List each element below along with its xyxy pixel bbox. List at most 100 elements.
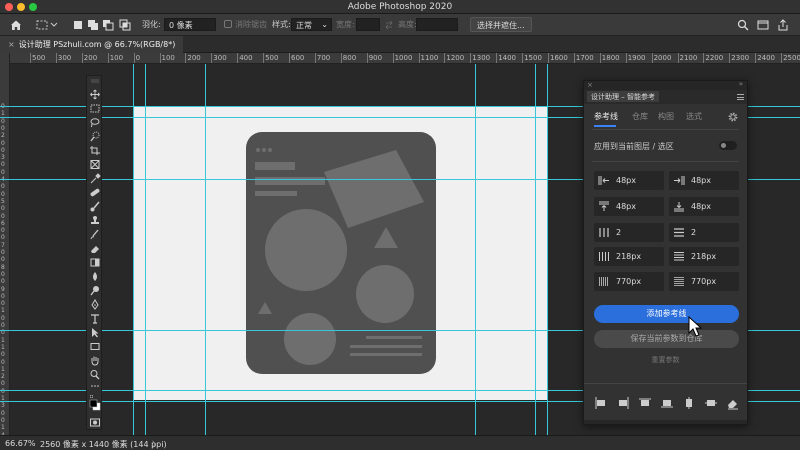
row-height-cell[interactable]: 218px — [669, 247, 739, 266]
pen-tool-icon[interactable] — [89, 299, 101, 310]
panel-collapse-icon[interactable]: » — [739, 80, 743, 88]
horizontal-ruler[interactable]: 500 300 200 100 0 100 200 300 400 500 600 700 800 900… — [10, 53, 800, 64]
rectangular-marquee-icon[interactable] — [35, 18, 49, 32]
frame-tool-icon[interactable] — [89, 159, 101, 170]
style-value: 正常 — [296, 21, 312, 30]
ruler-tick — [237, 53, 239, 63]
add-guides-button[interactable]: 添加参考线 — [594, 305, 739, 323]
align-left-icon[interactable] — [594, 396, 608, 410]
search-icon[interactable] — [736, 18, 750, 32]
rectangle-tool-icon[interactable] — [89, 341, 101, 352]
ruler-tick-label: 800 — [342, 54, 357, 62]
gradient-tool-icon[interactable] — [89, 257, 101, 268]
healing-brush-tool-icon[interactable] — [89, 187, 101, 198]
eyedropper-tool-icon[interactable] — [89, 173, 101, 184]
reset-params-link[interactable]: 重置参数 — [584, 355, 747, 365]
antialias-checkbox[interactable]: 消除锯齿 — [224, 19, 267, 30]
crop-tool-icon[interactable] — [89, 145, 101, 156]
brush-tool-icon[interactable] — [89, 201, 101, 212]
vertical-guide[interactable] — [205, 64, 206, 435]
ruler-tick — [55, 53, 57, 63]
column-gutter-cell[interactable]: 770px — [594, 272, 664, 291]
vertical-guide[interactable] — [475, 64, 476, 435]
tab-style[interactable]: 选式 — [686, 111, 702, 122]
tab-guides[interactable]: 参考线 — [594, 111, 618, 122]
apply-to-layer-toggle[interactable] — [719, 141, 737, 150]
lasso-tool-icon[interactable] — [89, 117, 101, 128]
vertical-guide[interactable] — [145, 64, 146, 435]
color-swatches-icon[interactable] — [89, 394, 101, 416]
ruler-tick-label: 1300 — [472, 54, 491, 62]
quick-mask-icon[interactable] — [89, 417, 101, 428]
add-to-selection-icon[interactable] — [86, 18, 100, 32]
ruler-tick — [470, 53, 472, 63]
intersect-selection-icon[interactable] — [118, 18, 132, 32]
subtract-from-selection-icon[interactable] — [101, 18, 115, 32]
close-tab-icon[interactable]: × — [8, 40, 15, 49]
chevron-down-icon[interactable] — [50, 18, 58, 32]
status-bar: 66.67% 2560 像素 x 1440 像素 (144 ppi) 〉 — [0, 435, 800, 450]
panel-title[interactable]: 设计助理 – 智能参考 — [587, 91, 659, 102]
row-gutter-cell[interactable]: 770px — [669, 272, 739, 291]
tools-grip-icon[interactable] — [89, 78, 101, 84]
zoom-level[interactable]: 66.67% — [5, 439, 36, 448]
new-selection-icon[interactable] — [71, 18, 85, 32]
ruler-tick-label: 0 — [1, 314, 5, 322]
vertical-guide[interactable] — [535, 64, 536, 435]
path-selection-tool-icon[interactable] — [89, 327, 101, 338]
tab-library[interactable]: 仓库 — [632, 111, 648, 122]
style-select[interactable]: 正常 ⌄ — [291, 18, 332, 31]
chevron-down-icon: ⌄ — [321, 20, 328, 29]
rows-cell[interactable]: 2 — [669, 223, 739, 242]
swap-icon[interactable] — [384, 18, 394, 32]
hand-tool-icon[interactable] — [89, 355, 101, 366]
vertical-guide[interactable] — [547, 64, 548, 435]
align-vertical-center-icon[interactable] — [704, 396, 718, 410]
dodge-tool-icon[interactable] — [89, 285, 101, 296]
margin-top-cell[interactable]: 48px — [594, 197, 664, 216]
type-tool-icon[interactable] — [89, 313, 101, 324]
width-input[interactable] — [356, 18, 380, 31]
home-icon[interactable] — [9, 18, 23, 32]
height-input[interactable] — [416, 18, 458, 31]
history-brush-tool-icon[interactable] — [89, 229, 101, 240]
margin-bottom-cell[interactable]: 48px — [669, 197, 739, 216]
style-label: 样式: — [272, 20, 291, 29]
align-bottom-icon[interactable] — [660, 396, 674, 410]
margin-right-cell[interactable]: 48px — [669, 171, 739, 190]
gear-icon[interactable] — [727, 111, 739, 123]
eraser-tool-icon[interactable] — [89, 243, 101, 254]
ruler-tick-label: 100 — [161, 54, 175, 62]
ruler-tick-label: 1 — [1, 336, 5, 344]
checkbox-box[interactable] — [224, 20, 232, 28]
align-right-icon[interactable] — [616, 396, 630, 410]
vertical-guide[interactable] — [133, 64, 134, 435]
more-tools-icon[interactable] — [89, 383, 101, 389]
margin-right-value: 48px — [691, 176, 711, 185]
column-width-cell[interactable]: 218px — [594, 247, 664, 266]
panel-close-icon[interactable]: × — [587, 81, 593, 89]
quick-selection-tool-icon[interactable] — [89, 131, 101, 142]
columns-cell[interactable]: 2 — [594, 223, 664, 242]
select-and-mask-button[interactable]: 选择并遮住... — [470, 17, 532, 32]
align-horizontal-center-icon[interactable] — [682, 396, 696, 410]
margin-left-cell[interactable]: 48px — [594, 171, 664, 190]
share-icon[interactable] — [776, 18, 790, 32]
document-tab[interactable]: × 设计助理 PSzhuli.com @ 66.7%(RGB/8*) — [0, 36, 184, 53]
tab-composition[interactable]: 构图 — [658, 111, 674, 122]
column-gutter-value: 770px — [616, 277, 642, 286]
zoom-tool-icon[interactable] — [89, 369, 101, 380]
blur-tool-icon[interactable] — [89, 271, 101, 282]
move-tool-icon[interactable] — [89, 89, 101, 100]
save-params-button[interactable]: 保存当前参数到仓库 — [594, 330, 739, 348]
workspace-icon[interactable] — [756, 18, 770, 32]
eraser-icon[interactable] — [726, 396, 740, 410]
clone-stamp-tool-icon[interactable] — [89, 215, 101, 226]
status-menu-arrow-icon[interactable]: 〉 — [152, 439, 160, 450]
feather-input[interactable]: 0 像素 — [164, 18, 216, 31]
marquee-tool-icon[interactable] — [89, 103, 101, 114]
vertical-ruler[interactable]: 0100200300400500600700800900100011001200… — [0, 53, 10, 435]
align-top-icon[interactable] — [638, 396, 652, 410]
panel-top-strip: × » — [584, 80, 747, 90]
panel-menu-icon[interactable] — [737, 94, 744, 100]
